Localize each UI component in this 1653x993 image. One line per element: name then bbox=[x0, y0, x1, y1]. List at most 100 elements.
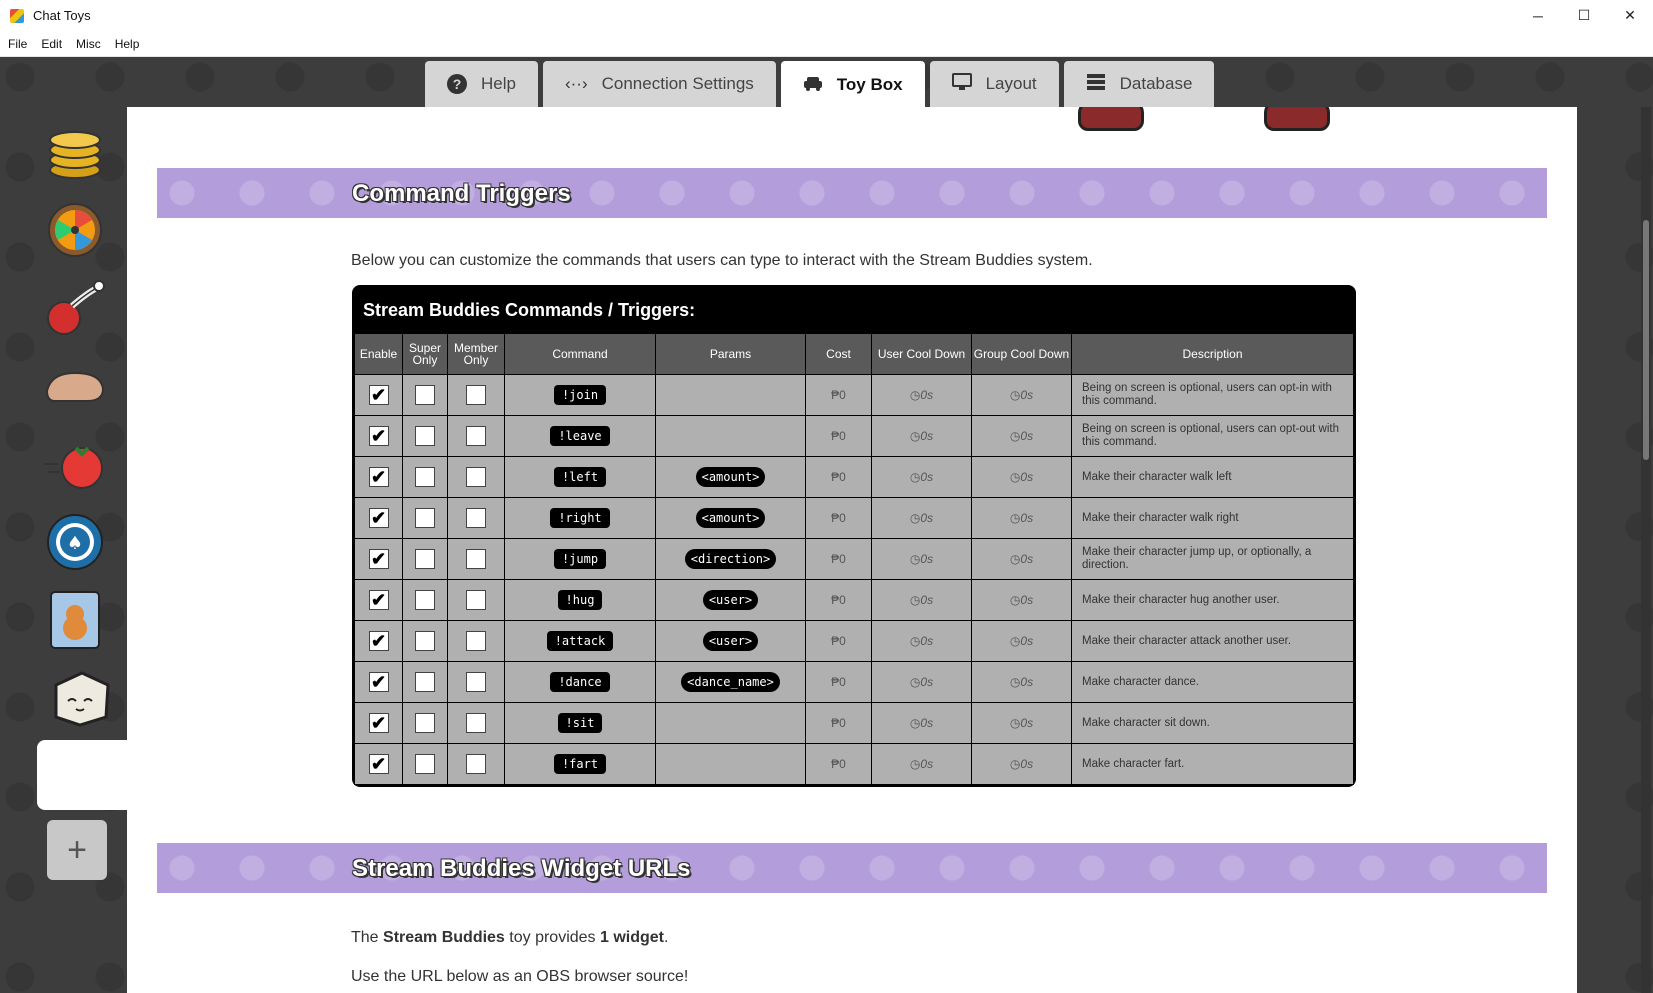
command-pill[interactable]: !attack bbox=[546, 631, 614, 651]
command-pill[interactable]: !fart bbox=[553, 754, 607, 774]
super-only-checkbox[interactable] bbox=[415, 549, 435, 569]
group-cooldown-cell[interactable]: ◷0s bbox=[971, 579, 1072, 621]
member-only-checkbox[interactable] bbox=[466, 713, 486, 733]
command-pill[interactable]: !left bbox=[553, 467, 607, 487]
enable-checkbox[interactable] bbox=[368, 426, 389, 446]
enable-checkbox[interactable] bbox=[368, 672, 389, 692]
command-pill[interactable]: !leave bbox=[550, 426, 610, 446]
user-cooldown-cell[interactable]: ◷0s bbox=[871, 374, 972, 416]
menu-edit[interactable]: Edit bbox=[35, 37, 68, 51]
menu-help[interactable]: Help bbox=[109, 37, 146, 51]
super-only-checkbox[interactable] bbox=[415, 713, 435, 733]
group-cooldown-cell[interactable]: ◷0s bbox=[971, 538, 1072, 580]
member-only-checkbox[interactable] bbox=[466, 549, 486, 569]
add-toy-button[interactable]: + bbox=[47, 820, 107, 880]
enable-checkbox[interactable] bbox=[368, 467, 389, 487]
tab-database[interactable]: Database bbox=[1063, 61, 1215, 107]
cost-cell[interactable]: ₱0 bbox=[805, 620, 872, 662]
cost-cell[interactable]: ₱0 bbox=[805, 374, 872, 416]
group-cooldown-cell[interactable]: ◷0s bbox=[971, 497, 1072, 539]
enable-checkbox[interactable] bbox=[368, 549, 389, 569]
cost-cell[interactable]: ₱0 bbox=[805, 579, 872, 621]
cost-cell[interactable]: ₱0 bbox=[805, 415, 872, 457]
cat-card-icon[interactable] bbox=[40, 585, 110, 655]
member-only-checkbox[interactable] bbox=[466, 631, 486, 651]
user-cooldown-cell[interactable]: ◷0s bbox=[871, 497, 972, 539]
member-only-checkbox[interactable] bbox=[466, 754, 486, 774]
group-cooldown-cell[interactable]: ◷0s bbox=[971, 743, 1072, 785]
cost-value: ₱0 bbox=[831, 716, 846, 730]
prize-wheel-icon[interactable] bbox=[40, 195, 110, 265]
cost-cell[interactable]: ₱0 bbox=[805, 538, 872, 580]
enable-checkbox[interactable] bbox=[368, 590, 389, 610]
hand-icon[interactable] bbox=[40, 351, 110, 421]
super-only-checkbox[interactable] bbox=[415, 754, 435, 774]
enable-cell bbox=[354, 661, 403, 703]
super-only-cell bbox=[402, 743, 448, 785]
group-cooldown-cell[interactable]: ◷0s bbox=[971, 415, 1072, 457]
sidebar-active-highlight bbox=[37, 740, 127, 810]
member-only-checkbox[interactable] bbox=[466, 467, 486, 487]
maximize-button[interactable]: ☐ bbox=[1561, 0, 1607, 31]
command-pill[interactable]: !sit bbox=[557, 713, 603, 733]
menu-file[interactable]: File bbox=[2, 37, 33, 51]
member-only-checkbox[interactable] bbox=[466, 590, 486, 610]
super-only-checkbox[interactable] bbox=[415, 672, 435, 692]
command-pill[interactable]: !join bbox=[553, 385, 607, 405]
group-cooldown-cell[interactable]: ◷0s bbox=[971, 661, 1072, 703]
command-pill[interactable]: !jump bbox=[553, 549, 607, 569]
close-button[interactable]: ✕ bbox=[1607, 0, 1653, 31]
member-only-checkbox[interactable] bbox=[466, 672, 486, 692]
cost-value: ₱0 bbox=[831, 388, 846, 402]
user-cooldown-cell[interactable]: ◷0s bbox=[871, 743, 972, 785]
enable-checkbox[interactable] bbox=[368, 631, 389, 651]
super-only-checkbox[interactable] bbox=[415, 385, 435, 405]
cost-cell[interactable]: ₱0 bbox=[805, 702, 872, 744]
tomato-icon[interactable] bbox=[40, 429, 110, 499]
cost-cell[interactable]: ₱0 bbox=[805, 456, 872, 498]
stream-buddy-box-icon[interactable] bbox=[46, 663, 116, 733]
enable-checkbox[interactable] bbox=[368, 385, 389, 405]
super-only-checkbox[interactable] bbox=[415, 426, 435, 446]
group-cooldown-cell[interactable]: ◷0s bbox=[971, 620, 1072, 662]
command-pill[interactable]: !right bbox=[550, 508, 610, 528]
tab-label: Connection Settings bbox=[601, 74, 754, 93]
cherry-bomb-icon[interactable] bbox=[40, 273, 110, 343]
minimize-button[interactable]: ─ bbox=[1515, 0, 1561, 31]
tab-help[interactable]: ? Help bbox=[425, 61, 538, 107]
cost-cell[interactable]: ₱0 bbox=[805, 743, 872, 785]
enable-checkbox[interactable] bbox=[368, 508, 389, 528]
cost-cell[interactable]: ₱0 bbox=[805, 661, 872, 703]
enable-checkbox[interactable] bbox=[368, 754, 389, 774]
buddy-feet-illustration bbox=[1078, 107, 1144, 131]
user-cooldown-cell[interactable]: ◷0s bbox=[871, 702, 972, 744]
poker-chip-icon[interactable]: ♠ bbox=[40, 507, 110, 577]
tab-layout[interactable]: Layout bbox=[929, 61, 1059, 107]
member-only-checkbox[interactable] bbox=[466, 426, 486, 446]
user-cooldown-cell[interactable]: ◷0s bbox=[871, 415, 972, 457]
user-cooldown-cell[interactable]: ◷0s bbox=[871, 538, 972, 580]
text: . bbox=[664, 929, 669, 946]
user-cooldown-cell[interactable]: ◷0s bbox=[871, 456, 972, 498]
user-cooldown-cell[interactable]: ◷0s bbox=[871, 579, 972, 621]
super-only-checkbox[interactable] bbox=[415, 590, 435, 610]
super-only-checkbox[interactable] bbox=[415, 508, 435, 528]
coins-icon[interactable] bbox=[40, 117, 110, 187]
user-cooldown-cell[interactable]: ◷0s bbox=[871, 661, 972, 703]
tab-toy-box[interactable]: Toy Box bbox=[780, 61, 925, 109]
cost-cell[interactable]: ₱0 bbox=[805, 497, 872, 539]
tab-connection-settings[interactable]: ‹··› Connection Settings bbox=[542, 61, 776, 107]
command-pill[interactable]: !dance bbox=[550, 672, 610, 692]
group-cooldown-cell[interactable]: ◷0s bbox=[971, 374, 1072, 416]
scrollbar-thumb[interactable] bbox=[1643, 220, 1649, 460]
command-pill[interactable]: !hug bbox=[557, 590, 603, 610]
menu-misc[interactable]: Misc bbox=[70, 37, 107, 51]
user-cooldown-cell[interactable]: ◷0s bbox=[871, 620, 972, 662]
super-only-checkbox[interactable] bbox=[415, 631, 435, 651]
member-only-checkbox[interactable] bbox=[466, 508, 486, 528]
enable-checkbox[interactable] bbox=[368, 713, 389, 733]
group-cooldown-cell[interactable]: ◷0s bbox=[971, 702, 1072, 744]
member-only-checkbox[interactable] bbox=[466, 385, 486, 405]
super-only-checkbox[interactable] bbox=[415, 467, 435, 487]
group-cooldown-cell[interactable]: ◷0s bbox=[971, 456, 1072, 498]
